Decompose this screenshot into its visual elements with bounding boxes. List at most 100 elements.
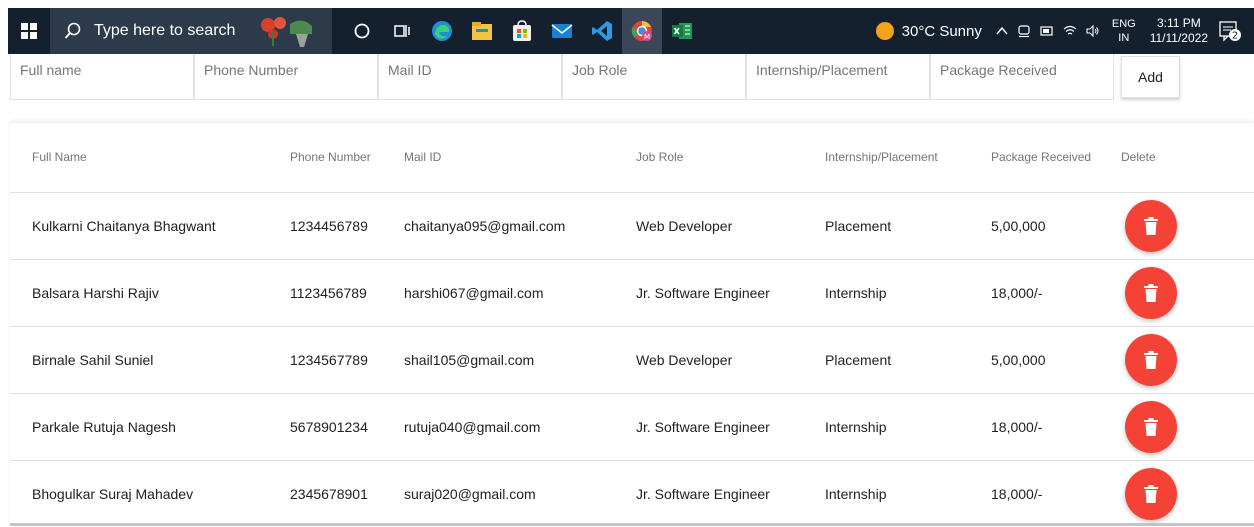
- input-language-indicator[interactable]: ENG IN: [1112, 17, 1136, 45]
- trash-icon: [1144, 350, 1158, 369]
- weather-widget[interactable]: 30°C Sunny: [875, 22, 982, 40]
- windows-logo-icon: [21, 23, 37, 39]
- delete-button[interactable]: [1125, 467, 1177, 520]
- delete-button[interactable]: [1125, 400, 1177, 453]
- table-row: Kulkarni Chaitanya Bhagwant 1234456789 c…: [10, 192, 1254, 260]
- cell-type: Placement: [825, 192, 991, 260]
- add-button[interactable]: Add: [1121, 56, 1180, 98]
- sun-icon: [875, 22, 894, 40]
- cell-job-role: Jr. Software Engineer: [636, 393, 825, 461]
- wifi-icon[interactable]: [1063, 25, 1077, 37]
- taskbar-app-cortana[interactable]: [342, 8, 382, 54]
- header-package-received: Package Received: [991, 123, 1121, 193]
- delete-button[interactable]: [1125, 266, 1177, 319]
- internship-placement-placeholder: Internship/Placement: [756, 62, 888, 78]
- mail-id-field[interactable]: Mail ID: [378, 54, 562, 100]
- excel-icon: [672, 23, 692, 39]
- cell-full-name: Bhogulkar Suraj Mahadev: [10, 460, 290, 527]
- search-icon: [64, 22, 81, 39]
- table-header-row: Full Name Phone Number Mail ID Job Role …: [10, 123, 1254, 193]
- cell-package: 5,00,000: [991, 192, 1121, 260]
- cell-delete: [1121, 393, 1254, 461]
- task-view-icon: [394, 25, 410, 37]
- taskbar-clock[interactable]: 3:11 PM 11/11/2022: [1150, 16, 1208, 46]
- cell-phone-number: 1123456789: [290, 259, 404, 327]
- windows-taskbar: Type here to search M 30°C Sunny ENG IN …: [8, 8, 1254, 54]
- microsoft-store-icon: [513, 20, 531, 41]
- cell-mail-id: suraj020@gmail.com: [404, 460, 636, 527]
- taskbar-app-file-explorer[interactable]: [462, 8, 502, 54]
- cell-package: 18,000/-: [991, 393, 1121, 461]
- job-role-placeholder: Job Role: [572, 62, 628, 78]
- taskbar-app-chrome[interactable]: M: [622, 8, 662, 54]
- records-table-container: Full Name Phone Number Mail ID Job Role …: [10, 122, 1254, 527]
- trash-icon: [1144, 283, 1158, 302]
- cell-mail-id: shail105@gmail.com: [404, 326, 636, 394]
- header-mail-id: Mail ID: [404, 123, 636, 193]
- taskbar-app-edge[interactable]: [422, 8, 462, 54]
- table-row: Bhogulkar Suraj Mahadev 2345678901 suraj…: [10, 460, 1254, 527]
- cell-full-name: Balsara Harshi Rajiv: [10, 259, 290, 327]
- cortana-circle-icon: [354, 23, 370, 39]
- chrome-icon: M: [631, 21, 652, 41]
- cell-package: 18,000/-: [991, 259, 1121, 327]
- cell-type: Internship: [825, 460, 991, 527]
- delete-button[interactable]: [1125, 199, 1177, 252]
- taskbar-app-task-view[interactable]: [382, 8, 422, 54]
- svg-text:M: M: [644, 33, 650, 41]
- table-row: Birnale Sahil Suniel 1234567789 shail105…: [10, 326, 1254, 394]
- taskbar-tray-area: 30°C Sunny ENG IN 3:11 PM 11/11/2022 2: [875, 8, 1254, 54]
- clock-date: 11/11/2022: [1149, 31, 1208, 45]
- edge-browser-icon: [432, 21, 452, 41]
- meet-now-icon[interactable]: [1017, 24, 1031, 38]
- start-button[interactable]: [8, 8, 50, 54]
- lang-region: IN: [1118, 32, 1130, 44]
- cell-phone-number: 1234567789: [290, 326, 404, 394]
- header-internship-placement: Internship/Placement: [825, 123, 991, 193]
- cell-delete: [1121, 326, 1254, 394]
- taskbar-app-vscode[interactable]: [582, 8, 622, 54]
- delete-button[interactable]: [1125, 333, 1177, 386]
- notification-icon: 2: [1219, 21, 1241, 42]
- phone-number-field[interactable]: Phone Number: [194, 54, 378, 100]
- table-row: Balsara Harshi Rajiv 1123456789 harshi06…: [10, 259, 1254, 327]
- package-received-field[interactable]: Package Received: [930, 54, 1114, 100]
- cell-mail-id: chaitanya095@gmail.com: [404, 192, 636, 260]
- cell-full-name: Kulkarni Chaitanya Bhagwant: [10, 192, 290, 260]
- clock-time: 3:11 PM: [1156, 16, 1201, 30]
- search-placeholder: Type here to search: [94, 22, 236, 39]
- header-delete: Delete: [1121, 123, 1254, 193]
- phone-number-placeholder: Phone Number: [204, 62, 299, 78]
- weather-text: 30°C Sunny: [901, 22, 982, 40]
- cell-job-role: Web Developer: [636, 192, 825, 260]
- taskbar-app-excel[interactable]: [662, 8, 702, 54]
- system-tray: [996, 24, 1100, 38]
- cell-mail-id: rutuja040@gmail.com: [404, 393, 636, 461]
- cell-package: 5,00,000: [991, 326, 1121, 394]
- taskbar-search-box[interactable]: Type here to search: [50, 8, 332, 54]
- internship-placement-field[interactable]: Internship/Placement: [746, 54, 930, 100]
- file-explorer-icon: [472, 22, 492, 40]
- cell-type: Internship: [825, 259, 991, 327]
- cell-job-role: Jr. Software Engineer: [636, 460, 825, 527]
- battery-icon[interactable]: [1040, 26, 1054, 36]
- lang-code: ENG: [1111, 18, 1136, 30]
- mail-icon: [551, 24, 573, 38]
- cell-job-role: Jr. Software Engineer: [636, 259, 825, 327]
- notification-count: 2: [1232, 31, 1238, 42]
- notification-center-button[interactable]: 2: [1218, 19, 1242, 43]
- table-bottom-border: [10, 523, 1254, 526]
- job-role-field[interactable]: Job Role: [562, 54, 746, 100]
- vscode-icon: [592, 21, 612, 41]
- taskbar-app-store[interactable]: [502, 8, 542, 54]
- cell-phone-number: 5678901234: [290, 393, 404, 461]
- full-name-field[interactable]: Full name: [10, 54, 194, 100]
- package-received-placeholder: Package Received: [940, 62, 1057, 78]
- chevron-up-icon[interactable]: [996, 26, 1008, 36]
- search-highlight-flowers-icon: [261, 17, 312, 47]
- taskbar-app-mail[interactable]: [542, 8, 582, 54]
- trash-icon: [1144, 484, 1158, 503]
- volume-icon[interactable]: [1086, 25, 1100, 37]
- cell-delete: [1121, 460, 1254, 527]
- cell-delete: [1121, 192, 1254, 260]
